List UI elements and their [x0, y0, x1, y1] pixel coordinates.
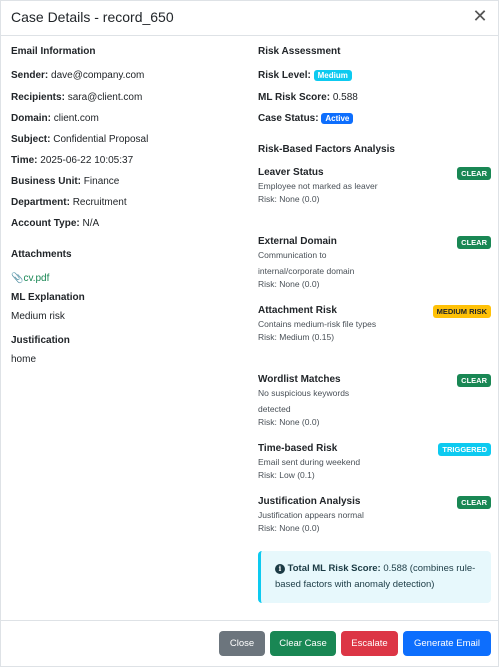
factor-desc: Email sent during weekend — [258, 457, 361, 467]
factors-title: Risk-Based Factors Analysis — [258, 144, 395, 155]
attachments-title: Attachments — [11, 249, 72, 260]
business-unit-row: Business Unit: Finance — [11, 176, 120, 187]
factor-risk: Risk: None (0.0) — [258, 279, 320, 289]
email-info-title: Email Information — [11, 46, 96, 57]
factor-badge: CLEAR — [457, 236, 491, 249]
factor-badge: TRIGGERED — [438, 443, 491, 456]
factor-justification-analysis: Justification Analysis CLEAR Justificati… — [258, 496, 491, 533]
department-value: Recruitment — [72, 197, 127, 208]
domain-row: Domain: client.com — [11, 113, 99, 124]
factor-risk: Risk: None (0.0) — [258, 194, 320, 204]
time-value: 2025-06-22 10:05:37 — [40, 155, 134, 166]
close-button[interactable]: Close — [219, 631, 265, 656]
domain-value: client.com — [53, 113, 99, 124]
case-status-badge: Active — [321, 113, 354, 124]
risk-column: Risk Assessment Risk Level: Medium ML Ri… — [258, 46, 493, 603]
time-row: Time: 2025-06-22 10:05:37 — [11, 155, 134, 166]
ml-score-value: 0.588 — [332, 92, 358, 103]
case-details-modal: Case Details - record_650 ✕ Email Inform… — [0, 0, 499, 667]
justification-text: home — [11, 354, 37, 365]
factor-title: External Domain — [258, 236, 337, 247]
sender-row: Sender: dave@company.com — [11, 70, 145, 81]
risk-level-row: Risk Level: Medium — [258, 70, 352, 82]
business-unit-value: Finance — [83, 176, 120, 187]
sender-value: dave@company.com — [51, 70, 145, 81]
factor-wordlist-matches: Wordlist Matches CLEAR No suspicious key… — [258, 374, 491, 427]
factor-desc: Contains medium-risk file types — [258, 319, 377, 329]
factor-risk: Risk: None (0.0) — [258, 523, 320, 533]
factor-badge: CLEAR — [457, 496, 491, 509]
factor-badge: CLEAR — [457, 374, 491, 387]
factor-risk: Risk: Low (0.1) — [258, 470, 315, 480]
modal-body: Email Information Sender: dave@company.c… — [1, 36, 498, 621]
modal-footer: Close Clear Case Escalate Generate Email — [1, 620, 498, 666]
account-type-row: Account Type: N/A — [11, 218, 100, 229]
factor-risk: Risk: Medium (0.15) — [258, 332, 335, 342]
factor-desc: Communication to internal/corporate doma… — [258, 250, 355, 276]
factor-desc: No suspicious keywords detected — [258, 388, 350, 414]
escalate-button[interactable]: Escalate — [341, 631, 398, 656]
total-score-alert: i Total ML Risk Score: 0.588 (combines r… — [258, 551, 491, 603]
info-icon: i — [275, 564, 285, 574]
factor-title: Wordlist Matches — [258, 374, 341, 385]
ml-explanation-text: Medium risk — [11, 311, 65, 322]
factor-time-based-risk: Time-based Risk TRIGGERED Email sent dur… — [258, 443, 491, 480]
total-score-value: 0.588 — [383, 563, 408, 574]
clear-case-button[interactable]: Clear Case — [270, 631, 336, 656]
factor-external-domain: External Domain CLEAR Communication to i… — [258, 236, 491, 289]
recipients-row: Recipients: sara@client.com — [11, 92, 143, 103]
factor-desc: Employee not marked as leaver — [258, 181, 378, 191]
factor-risk: Risk: None (0.0) — [258, 417, 320, 427]
factor-attachment-risk: Attachment Risk MEDIUM RISK Contains med… — [258, 305, 491, 342]
department-row: Department: Recruitment — [11, 197, 127, 208]
subject-value: Confidential Proposal — [53, 134, 149, 145]
total-score-label: Total ML Risk Score: — [287, 563, 381, 574]
risk-level-badge: Medium — [313, 70, 352, 81]
recipients-value: sara@client.com — [67, 92, 143, 103]
factor-badge: CLEAR — [457, 167, 491, 180]
email-info-column: Email Information Sender: dave@company.c… — [11, 46, 241, 365]
attachment-item[interactable]: 📎cv.pdf — [11, 268, 49, 286]
factor-leaver-status: Leaver Status CLEAR Employee not marked … — [258, 167, 491, 204]
factor-desc: Justification appears normal — [258, 510, 364, 520]
factor-title: Justification Analysis — [258, 496, 361, 507]
case-status-row: Case Status: Active — [258, 113, 354, 125]
justification-title: Justification — [11, 335, 70, 346]
close-icon[interactable]: ✕ — [470, 6, 490, 26]
factor-title: Leaver Status — [258, 167, 324, 178]
attachment-link[interactable]: cv.pdf — [23, 273, 49, 284]
factor-badge: MEDIUM RISK — [432, 305, 491, 318]
paperclip-icon: 📎 — [11, 273, 24, 284]
ml-score-row: ML Risk Score: 0.588 — [258, 92, 358, 103]
ml-explanation-title: ML Explanation — [11, 292, 85, 303]
account-type-value: N/A — [82, 218, 100, 229]
subject-row: Subject: Confidential Proposal — [11, 134, 149, 145]
modal-title: Case Details - record_650 — [11, 9, 174, 25]
generate-email-button[interactable]: Generate Email — [403, 631, 491, 656]
risk-assessment-title: Risk Assessment — [258, 46, 341, 57]
modal-header: Case Details - record_650 ✕ — [1, 1, 498, 36]
